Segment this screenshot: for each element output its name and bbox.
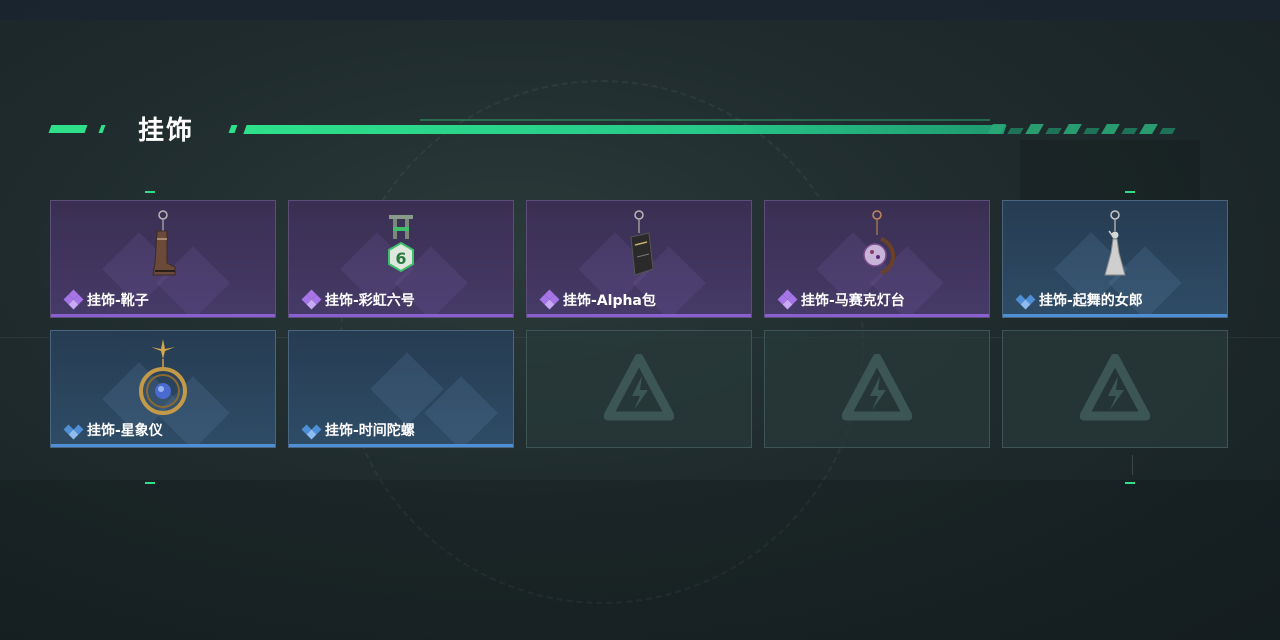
charm-slot[interactable]: 挂饰-星象仪 (50, 330, 276, 448)
header-thin-line (420, 119, 990, 121)
frame-tick (145, 482, 155, 484)
svg-text:6: 6 (395, 249, 406, 268)
empty-slot[interactable] (526, 330, 752, 448)
rarity-bar (289, 444, 513, 447)
frame-tick (1125, 482, 1135, 484)
header-accent-bar (98, 125, 106, 133)
charm-label: 挂饰-时间陀螺 (301, 421, 415, 440)
charm-grid: 挂饰-靴子 6 挂饰-彩虹六号 挂饰-Alpha包 挂饰-马赛克灯台 挂饰-起舞… (50, 200, 1230, 450)
rare-rarity-icon (301, 421, 322, 440)
charm-label: 挂饰-马赛克灯台 (777, 289, 905, 310)
header-checker-pattern (987, 124, 1200, 134)
background-shape (0, 480, 1280, 640)
charm-name: 挂饰-起舞的女郎 (1039, 293, 1143, 309)
rarity-bar (51, 314, 275, 317)
charm-label: 挂饰-起舞的女郎 (1015, 291, 1143, 310)
astrolabe-charm-icon (139, 339, 187, 415)
charm-label: 挂饰-Alpha包 (539, 289, 656, 310)
section-header: 挂饰 (0, 108, 1280, 148)
alpha-bag-charm-icon (630, 210, 654, 276)
charm-name: 挂饰-时间陀螺 (325, 423, 415, 439)
rarity-bar (1003, 314, 1227, 317)
rarity-bar (765, 314, 989, 317)
epic-rarity-icon (301, 289, 322, 310)
section-title: 挂饰 (138, 116, 195, 146)
rarity-bar (289, 314, 513, 317)
charm-name: 挂饰-靴子 (87, 293, 149, 309)
frame-tick (1132, 455, 1133, 475)
boot-charm-icon (152, 210, 176, 276)
charm-name: 挂饰-Alpha包 (563, 293, 656, 309)
charm-name: 挂饰-星象仪 (87, 423, 163, 439)
game-logo-icon (842, 354, 912, 421)
rare-rarity-icon (1015, 291, 1036, 310)
rarity-bar (51, 444, 275, 447)
rainbow-six-charm-icon: 6 (388, 215, 414, 273)
charm-slot[interactable]: 挂饰-起舞的女郎 (1002, 200, 1228, 318)
game-logo-icon (604, 354, 674, 421)
rare-rarity-icon (63, 421, 84, 440)
epic-rarity-icon (777, 289, 798, 310)
epic-rarity-icon (63, 289, 84, 310)
charm-slot[interactable]: 挂饰-Alpha包 (526, 200, 752, 318)
epic-rarity-icon (539, 289, 560, 310)
dancing-lady-charm-icon (1104, 210, 1126, 276)
empty-slot[interactable] (764, 330, 990, 448)
rarity-bar (527, 314, 751, 317)
frame-tick (1125, 191, 1135, 193)
header-long-bar (243, 125, 1007, 134)
charm-slot[interactable]: 挂饰-靴子 (50, 200, 276, 318)
charm-slot[interactable]: 挂饰-马赛克灯台 (764, 200, 990, 318)
charm-slot[interactable]: 挂饰-时间陀螺 (288, 330, 514, 448)
charm-label: 挂饰-彩虹六号 (301, 289, 415, 310)
header-accent-bar (228, 125, 238, 133)
charm-name: 挂饰-彩虹六号 (325, 293, 415, 309)
charm-label: 挂饰-星象仪 (63, 421, 163, 440)
mosaic-lamp-charm-icon (863, 210, 896, 275)
charm-label: 挂饰-靴子 (63, 289, 149, 310)
charm-slot[interactable]: 6 挂饰-彩虹六号 (288, 200, 514, 318)
header-accent-bar (48, 125, 88, 133)
empty-slot[interactable] (1002, 330, 1228, 448)
frame-tick (145, 191, 155, 193)
game-logo-icon (1080, 354, 1150, 421)
top-band (0, 0, 1280, 20)
charm-name: 挂饰-马赛克灯台 (801, 293, 905, 309)
